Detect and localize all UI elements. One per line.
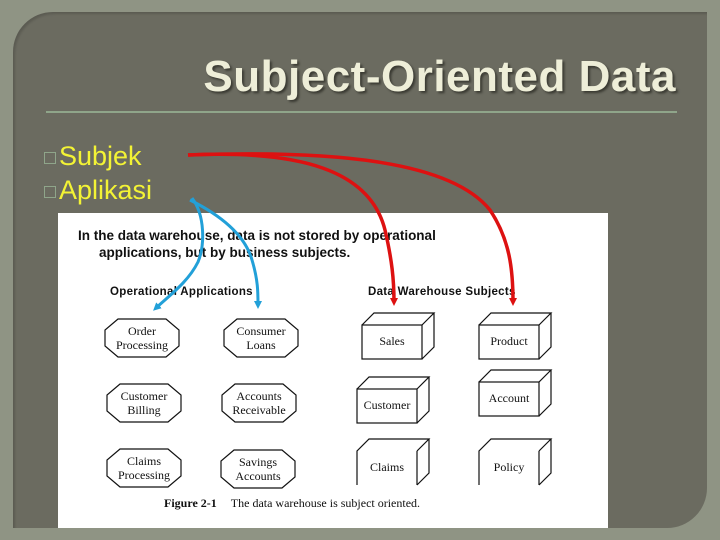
- operational-heading: Operational Applications: [110, 286, 253, 298]
- app-claims-processing: Claims Processing: [106, 448, 182, 488]
- slide-title: Subject-Oriented Data: [203, 52, 676, 101]
- app-label-line1: Savings: [238, 455, 277, 469]
- subject-label: Claims: [369, 459, 404, 474]
- subject-label: Product: [490, 333, 528, 348]
- app-label-line1: Customer: [120, 389, 168, 403]
- app-customer-billing: Customer Billing: [106, 383, 182, 423]
- bullet-subjek: Subjek: [44, 139, 152, 173]
- subject-product: Product: [477, 311, 555, 361]
- app-consumer-loans: Consumer Loans: [223, 318, 299, 358]
- app-label-line1: Claims: [126, 454, 161, 468]
- subject-label: Sales: [379, 333, 405, 348]
- square-bullet-icon: [44, 152, 56, 164]
- figure-intro-line1: In the data warehouse, data is not store…: [78, 228, 436, 243]
- caption-text: The data warehouse is subject oriented.: [230, 496, 421, 510]
- figure-caption: Figure 2-1 The data warehouse is subject …: [164, 496, 420, 511]
- square-bullet-icon: [44, 186, 56, 198]
- app-savings-accounts: Savings Accounts: [220, 449, 296, 489]
- title-divider: [46, 111, 677, 113]
- app-label-line2: Processing: [118, 468, 170, 482]
- app-order-processing: Order Processing: [104, 318, 180, 358]
- figure-intro-line2: applications, but by business subjects.: [99, 245, 351, 260]
- bullet-list: Subjek Aplikasi: [44, 139, 152, 207]
- app-accounts-receivable: Accounts Receivable: [221, 383, 297, 423]
- app-label-line2: Accounts: [235, 469, 281, 483]
- bullet-text: Subjek: [59, 140, 142, 171]
- subject-sales: Sales: [360, 311, 438, 361]
- app-label-line2: Receivable: [232, 403, 286, 417]
- app-label-line2: Processing: [116, 338, 168, 352]
- app-label-line1: Consumer: [236, 324, 286, 338]
- subject-policy: Policy: [477, 437, 555, 487]
- subject-customer: Customer: [355, 375, 433, 425]
- bullet-text: Aplikasi: [59, 174, 153, 205]
- subject-account: Account: [477, 368, 555, 418]
- subject-claims: Claims: [355, 437, 433, 487]
- caption-label: Figure 2-1: [164, 496, 217, 510]
- app-label-line2: Billing: [127, 403, 161, 417]
- subject-label: Customer: [363, 397, 411, 412]
- app-label-line1: Order: [128, 324, 156, 338]
- figure-image: In the data warehouse, data is not store…: [58, 213, 608, 528]
- figure-intro: In the data warehouse, data is not store…: [78, 227, 498, 261]
- app-label-line2: Loans: [246, 338, 276, 352]
- warehouse-heading: Data Warehouse Subjects: [368, 286, 516, 298]
- bullet-aplikasi: Aplikasi: [44, 173, 152, 207]
- app-label-line1: Accounts: [236, 389, 282, 403]
- subject-label: Account: [488, 390, 530, 405]
- subject-label: Policy: [493, 459, 525, 474]
